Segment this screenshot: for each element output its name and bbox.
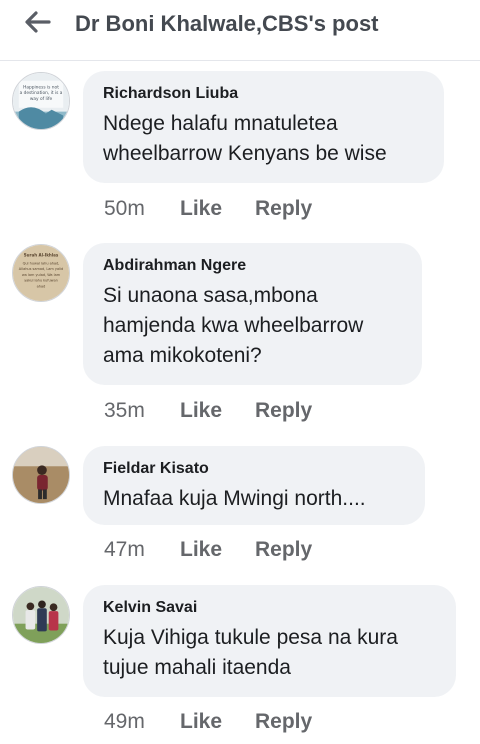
like-button[interactable]: Like [180,399,222,423]
comment-line: wheelbarrow Kenyans be wise [103,142,387,165]
avatar-caption: Qul huwal lahu ahad, [23,261,60,265]
like-button[interactable]: Like [180,197,222,221]
comment-text: Kuja Vihiga tukule pesa na kura tujue ma… [103,623,436,683]
avatar-caption: Surah Al-Ikhlas [24,253,59,258]
comment-line: hamjenda kwa wheelbarrow [103,314,364,337]
comment-line: Kuja Vihiga tukule pesa na kura [103,626,398,649]
comment-line: Mnafaa kuja Mwingi north.... [103,487,366,510]
comment-author[interactable]: Fieldar Kisato [103,459,405,479]
avatar-image [13,447,69,503]
post-header: Dr Boni Khalwale,CBS's post [0,0,480,61]
comment-bubble[interactable]: Abdirahman Ngere Si unaona sasa,mbona ha… [83,243,422,385]
comment-bubble[interactable]: Richardson Liuba Ndege halafu mnatuletea… [83,71,444,183]
avatar-image [13,587,69,643]
avatar-caption: Allahus samad, Lam yalid [19,267,63,271]
avatar-caption: a destination, it is a [20,90,63,96]
comment-author[interactable]: Abdirahman Ngere [103,256,402,276]
avatar-caption: wa lam yulad, Wa lam [22,273,61,277]
comment-text: Ndege halafu mnatuletea wheelbarrow Keny… [103,109,424,169]
comment-timestamp[interactable]: 50m [104,197,145,221]
comment-text: Si unaona sasa,mbona hamjenda kwa wheelb… [103,281,402,371]
reply-button[interactable]: Reply [255,197,312,221]
back-button[interactable] [16,4,60,40]
like-button[interactable]: Like [180,710,222,734]
avatar[interactable]: Surah Al-Ikhlas Qul huwal lahu ahad, All… [12,244,70,302]
comment-line: tujue mahali itaenda [103,656,291,679]
avatar[interactable]: Happiness is not a destination, it is a … [12,72,70,130]
page-title: Dr Boni Khalwale,CBS's post [75,11,379,36]
comment-bubble[interactable]: Fieldar Kisato Mnafaa kuja Mwingi north.… [83,446,425,525]
comment-bubble[interactable]: Kelvin Savai Kuja Vihiga tukule pesa na … [83,585,456,697]
comment-line: ama mikokoteni? [103,344,262,367]
comment-author[interactable]: Kelvin Savai [103,598,436,618]
comment-line: Si unaona sasa,mbona [103,284,318,307]
reply-button[interactable]: Reply [255,399,312,423]
comment-timestamp[interactable]: 47m [104,538,145,562]
reply-button[interactable]: Reply [255,710,312,734]
avatar-caption: Happiness is not [23,84,59,90]
like-button[interactable]: Like [180,538,222,562]
avatar-caption: yakul lahu kufuwan [24,279,58,283]
avatar[interactable] [12,586,70,644]
comment-line: Ndege halafu mnatuletea [103,112,338,135]
avatar-caption: ahad [37,284,46,288]
arrow-left-icon [25,11,51,33]
comment-timestamp[interactable]: 49m [104,710,145,734]
avatar[interactable] [12,446,70,504]
avatar-caption: way of life [30,96,53,102]
avatar-image: Happiness is not a destination, it is a … [13,73,69,129]
comment-text: Mnafaa kuja Mwingi north.... [103,484,405,514]
avatar-image: Surah Al-Ikhlas Qul huwal lahu ahad, All… [13,245,69,301]
comment-author[interactable]: Richardson Liuba [103,84,424,104]
reply-button[interactable]: Reply [255,538,312,562]
comment-timestamp[interactable]: 35m [104,399,145,423]
